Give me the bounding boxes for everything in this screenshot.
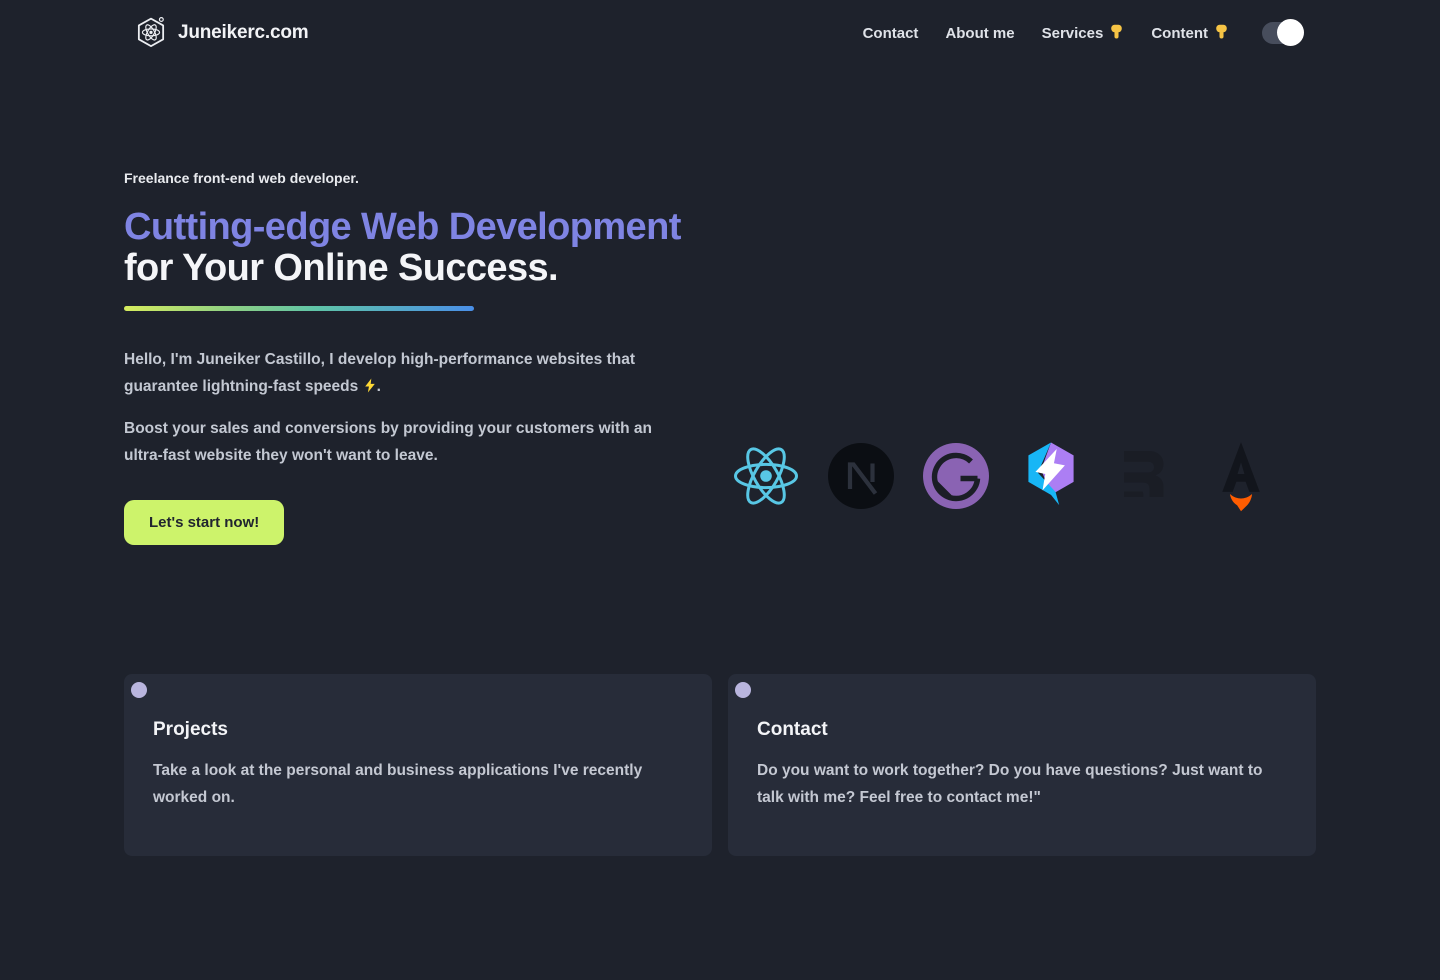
nav-item-contact-label: Contact [863,25,919,42]
theme-toggle-knob [1277,19,1304,46]
nav-item-content[interactable]: Content [1151,23,1229,44]
nav-item-content-label: Content [1151,25,1208,42]
hero-title-accent-line: Cutting-edge Web Development [124,207,699,248]
pointing-down-icon [1214,23,1229,44]
tech-logos-row [731,441,1276,511]
gradient-underline [124,306,474,311]
nav-item-services-label: Services [1042,25,1104,42]
contact-card-description: Do you want to work together? Do you hav… [757,757,1286,811]
brand-logo-link[interactable]: Juneikerc.com [133,15,308,51]
hero-title: Cutting-edge Web Development for Your On… [124,207,699,289]
main-nav: Contact About me Services Content [863,22,1304,44]
remix-logo [1111,441,1181,511]
hero-section: Freelance front-end web developer. Cutti… [124,170,699,545]
lightning-bolt-icon [363,376,377,403]
hero-title-rest-line: for Your Online Success. [124,248,699,289]
nextjs-logo [826,441,896,511]
projects-card-title: Projects [153,719,682,741]
cta-start-button[interactable]: Let's start now! [124,500,284,545]
hero-paragraph-1-suffix: . [377,378,381,395]
hero-paragraph-1: Hello, I'm Juneiker Castillo, I develop … [124,347,669,402]
qwik-logo [1016,441,1086,511]
theme-toggle[interactable] [1262,22,1304,44]
brand-name: Juneikerc.com [178,22,308,44]
nav-item-about-me-label: About me [945,25,1014,42]
hero-paragraph-2: Boost your sales and conversions by prov… [124,416,669,469]
nav-item-services[interactable]: Services [1042,23,1125,44]
feature-cards: Projects Take a look at the personal and… [124,674,1316,856]
card-dot-icon [131,682,147,698]
site-header: Juneikerc.com Contact About me Services … [0,0,1440,60]
hero-kicker: Freelance front-end web developer. [124,170,699,186]
contact-card[interactable]: Contact Do you want to work together? Do… [728,674,1316,856]
contact-card-title: Contact [757,719,1286,741]
card-dot-icon [735,682,751,698]
projects-card-description: Take a look at the personal and business… [153,757,682,811]
projects-card[interactable]: Projects Take a look at the personal and… [124,674,712,856]
gatsby-logo [921,441,991,511]
astro-logo [1206,441,1276,511]
nav-item-contact[interactable]: Contact [863,25,919,42]
pointing-down-icon [1109,23,1124,44]
nav-item-about-me[interactable]: About me [945,25,1014,42]
react-logo [731,441,801,511]
hexagon-atom-logo-icon [133,15,169,51]
